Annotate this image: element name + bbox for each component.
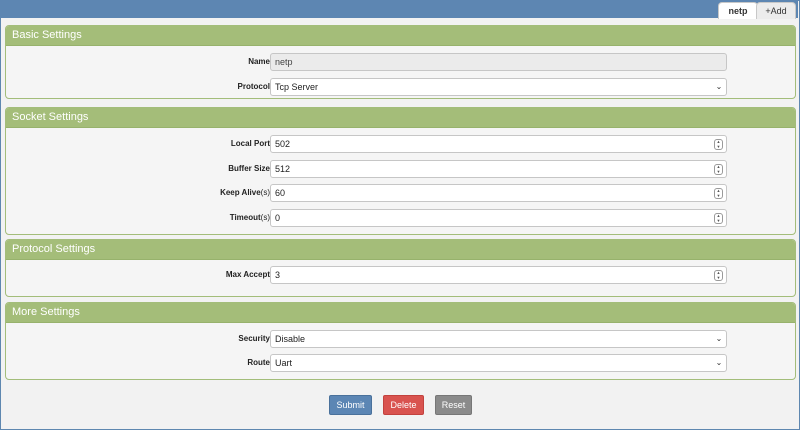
panel-title: More Settings bbox=[6, 303, 795, 323]
keep-alive-row: Keep Alive(s) 60 ▲ ▼ bbox=[6, 184, 795, 202]
local-port-value: 502 bbox=[275, 139, 291, 149]
panel-title: Protocol Settings bbox=[6, 240, 795, 260]
max-accept-input[interactable]: 3 ▲ ▼ bbox=[270, 266, 727, 284]
more-settings-panel: More Settings Security Disable ⌄ Route U… bbox=[5, 302, 796, 380]
spinner-icon[interactable]: ▲ ▼ bbox=[714, 270, 723, 281]
spinner-icon[interactable]: ▲ ▼ bbox=[714, 139, 723, 150]
local-port-label: Local Port bbox=[230, 139, 270, 148]
protocol-value: Tcp Server bbox=[275, 82, 319, 92]
route-value: Uart bbox=[275, 358, 293, 368]
keep-alive-input[interactable]: 60 ▲ ▼ bbox=[270, 184, 727, 202]
timeout-row: Timeout(s) 0 ▲ ▼ bbox=[6, 209, 795, 227]
security-row: Security Disable ⌄ bbox=[6, 330, 795, 348]
buffer-size-input[interactable]: 512 ▲ ▼ bbox=[270, 160, 727, 178]
chevron-down-icon: ⌄ bbox=[715, 358, 723, 367]
security-label: Security bbox=[238, 334, 270, 343]
route-select[interactable]: Uart ⌄ bbox=[270, 354, 727, 372]
basic-settings-panel: Basic Settings Name netp Protocol Tcp Se… bbox=[5, 25, 796, 99]
local-port-row: Local Port 502 ▲ ▼ bbox=[6, 135, 795, 153]
timeout-value: 0 bbox=[275, 213, 281, 223]
spinner-icon[interactable]: ▲ ▼ bbox=[714, 213, 723, 224]
protocol-settings-panel: Protocol Settings Max Accept 3 ▲ ▼ bbox=[5, 239, 796, 297]
socket-settings-panel: Socket Settings Local Port 502 ▲ ▼ Buffer… bbox=[5, 107, 796, 235]
buffer-size-row: Buffer Size 512 ▲ ▼ bbox=[6, 160, 795, 178]
route-row: Route Uart ⌄ bbox=[6, 354, 795, 372]
panel-title: Basic Settings bbox=[6, 26, 795, 46]
chevron-down-icon: ⌄ bbox=[715, 334, 723, 343]
chevron-down-icon: ⌄ bbox=[715, 82, 723, 91]
protocol-label: Protocol bbox=[237, 82, 270, 91]
tab-netp[interactable]: netp bbox=[718, 2, 758, 19]
name-field: netp bbox=[270, 53, 727, 71]
keep-alive-label: Keep Alive(s) bbox=[6, 184, 270, 202]
reset-button[interactable]: Reset bbox=[435, 395, 472, 415]
top-bar: netp +Add bbox=[0, 0, 798, 19]
submit-button[interactable]: Submit bbox=[329, 395, 372, 415]
max-accept-value: 3 bbox=[275, 270, 281, 280]
buffer-size-value: 512 bbox=[275, 164, 291, 174]
max-accept-label: Max Accept bbox=[225, 270, 270, 279]
security-value: Disable bbox=[275, 334, 306, 344]
buffer-size-label: Buffer Size bbox=[228, 164, 270, 173]
max-accept-row: Max Accept 3 ▲ ▼ bbox=[6, 266, 795, 284]
name-label: Name bbox=[248, 57, 270, 66]
security-select[interactable]: Disable ⌄ bbox=[270, 330, 727, 348]
protocol-row: Protocol Tcp Server ⌄ bbox=[6, 78, 795, 96]
timeout-label-text: Timeout bbox=[229, 213, 261, 222]
protocol-select[interactable]: Tcp Server ⌄ bbox=[270, 78, 727, 96]
delete-button[interactable]: Delete bbox=[383, 395, 424, 415]
keep-alive-unit: (s) bbox=[260, 188, 270, 197]
local-port-input[interactable]: 502 ▲ ▼ bbox=[270, 135, 727, 153]
timeout-unit: (s) bbox=[260, 213, 270, 222]
spinner-icon[interactable]: ▲ ▼ bbox=[714, 164, 723, 175]
panel-title: Socket Settings bbox=[6, 108, 795, 128]
keep-alive-value: 60 bbox=[275, 188, 286, 198]
timeout-label: Timeout(s) bbox=[6, 209, 270, 227]
route-label: Route bbox=[247, 358, 270, 367]
spinner-icon[interactable]: ▲ ▼ bbox=[714, 188, 723, 199]
name-row: Name netp bbox=[6, 53, 795, 71]
tab-add[interactable]: +Add bbox=[756, 2, 796, 19]
keep-alive-label-text: Keep Alive bbox=[220, 188, 261, 197]
timeout-input[interactable]: 0 ▲ ▼ bbox=[270, 209, 727, 227]
